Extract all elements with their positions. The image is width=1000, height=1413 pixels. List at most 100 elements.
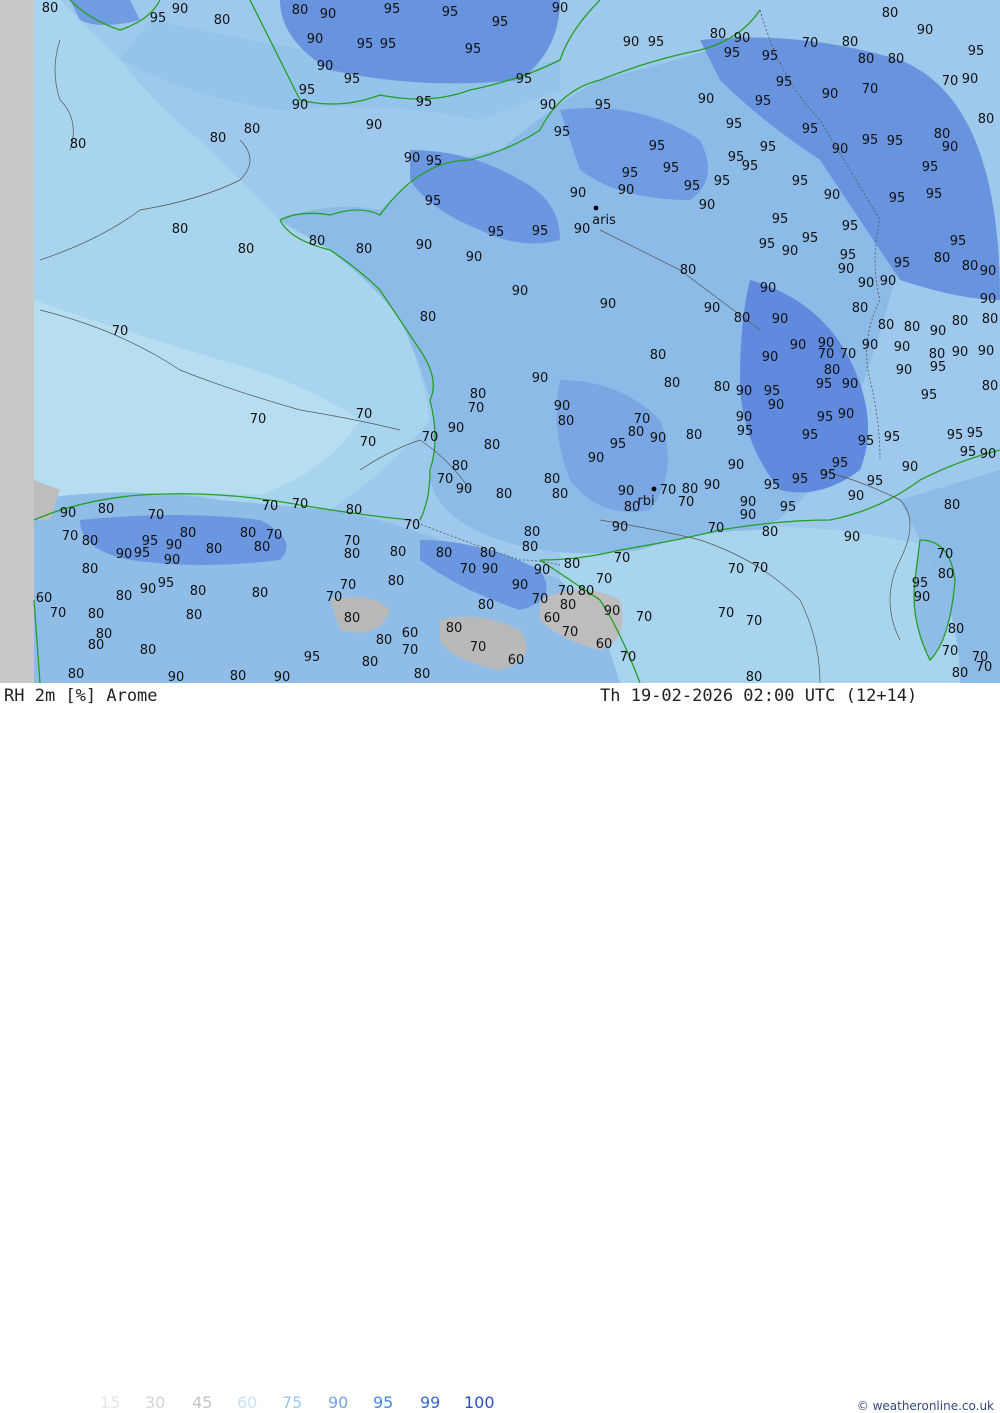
contour-label: 95: [894, 256, 911, 271]
footer: RH 2m [%] Arome Th 19-02-2026 02:00 UTC …: [0, 683, 1000, 1413]
contour-label: 80: [116, 589, 133, 604]
contour-label: 95: [755, 94, 772, 109]
contour-label: 95: [737, 424, 754, 439]
contour-label: 80: [88, 638, 105, 653]
contour-label: 90: [858, 276, 875, 291]
contour-label: 90: [482, 562, 499, 577]
contour-label: 90: [896, 363, 913, 378]
contour-label: 80: [824, 363, 841, 378]
contour-label: 80: [952, 314, 969, 329]
contour-label: 80: [362, 655, 379, 670]
contour-label: 70: [636, 610, 653, 625]
contour-label: 80: [186, 608, 203, 623]
contour-label: 90: [168, 670, 185, 683]
contour-label: 95: [465, 42, 482, 57]
contour-label: 95: [802, 122, 819, 137]
contour-label: 80: [452, 459, 469, 474]
contour-label: 95: [922, 160, 939, 175]
contour-label: 90: [768, 398, 785, 413]
contour-label: 70: [862, 82, 879, 97]
contour-label: 70: [62, 529, 79, 544]
contour-label: 80: [238, 242, 255, 257]
contour-label: 95: [889, 191, 906, 206]
contour-label: 90: [762, 350, 779, 365]
contour-label: 95: [968, 44, 985, 59]
contour-label: 90: [734, 31, 751, 46]
contour-label: 90: [574, 222, 591, 237]
contour-label: 90: [588, 451, 605, 466]
contour-label: 70: [942, 644, 959, 659]
contour-label: 70: [50, 606, 67, 621]
contour-label: 95: [488, 225, 505, 240]
legend-item-100: 100: [464, 1393, 495, 1412]
contour-label: 95: [926, 187, 943, 202]
contour-label: 90: [704, 478, 721, 493]
contour-label: 90: [832, 142, 849, 157]
contour-label: 80: [944, 498, 961, 513]
contour-label: 95: [950, 234, 967, 249]
contour-label: 80: [664, 376, 681, 391]
contour-label: 70: [937, 547, 954, 562]
contour-label: 90: [962, 72, 979, 87]
contour-label: 80: [978, 112, 995, 127]
contour-label: 95: [425, 194, 442, 209]
contour-label: 90: [930, 324, 947, 339]
contour-label: 90: [880, 274, 897, 289]
contour-label: 95: [858, 434, 875, 449]
contour-label: 90: [292, 98, 309, 113]
contour-label: 80: [356, 242, 373, 257]
contour-label: 90: [600, 297, 617, 312]
contour-label: 90: [980, 292, 997, 307]
contour-label: 95: [492, 15, 509, 30]
contour-label: 95: [759, 237, 776, 252]
contour-label: 80: [938, 567, 955, 582]
city-label: aris: [592, 213, 616, 228]
contour-label: 90: [618, 183, 635, 198]
contour-label: 80: [344, 547, 361, 562]
contour-label: 90: [512, 578, 529, 593]
contour-label: 90: [512, 284, 529, 299]
contour-label: 80: [714, 380, 731, 395]
contour-label: 95: [816, 377, 833, 392]
contour-label: 90: [320, 7, 337, 22]
contour-label: 95: [820, 468, 837, 483]
contour-label: 70: [404, 518, 421, 533]
contour-label: 80: [628, 425, 645, 440]
legend-item-15: 15: [100, 1393, 121, 1412]
contour-label: 90: [456, 482, 473, 497]
contour-label: 90: [448, 421, 465, 436]
map-area: 80 95 90 80 80 90 95 95 95 90 90 95 95 95 90 95 95 95 90 95…: [0, 0, 1000, 683]
contour-label: 80: [344, 611, 361, 626]
contour-label: 70: [262, 499, 279, 514]
contour-label: 95: [802, 428, 819, 443]
contour-label: 95: [792, 472, 809, 487]
contour-label: 95: [134, 546, 151, 561]
contour-label: 70: [360, 435, 377, 450]
contour-label: 80: [882, 6, 899, 21]
contour-label: 90: [894, 340, 911, 355]
contour-label: 80: [414, 667, 431, 682]
contour-label: 95: [554, 125, 571, 140]
contour-label: 95: [426, 154, 443, 169]
contour-label: 80: [484, 438, 501, 453]
contour-label: 70: [728, 562, 745, 577]
contour-label: 90: [772, 312, 789, 327]
contour-label: 80: [982, 379, 999, 394]
contour-label: 95: [304, 650, 321, 665]
contour-label: 95: [772, 212, 789, 227]
contour-label: 90: [824, 188, 841, 203]
contour-label: 95: [912, 576, 929, 591]
contour-label: 90: [404, 151, 421, 166]
credit-link[interactable]: © weatheronline.co.uk: [857, 1399, 994, 1413]
humidity-map: 8095908080 90 95 95959090 95 95 959095 959590 95…: [0, 0, 1000, 683]
contour-label: 80: [558, 414, 575, 429]
contour-label: 80: [842, 35, 859, 50]
contour-label: 80: [388, 574, 405, 589]
contour-label: 70: [660, 483, 677, 498]
contour-label: 95: [516, 72, 533, 87]
contour-label: 95: [867, 474, 884, 489]
legend-item-99: 99: [420, 1393, 441, 1412]
contour-label: 90: [842, 377, 859, 392]
contour-label: 90: [704, 301, 721, 316]
contour-label: 70: [292, 497, 309, 512]
